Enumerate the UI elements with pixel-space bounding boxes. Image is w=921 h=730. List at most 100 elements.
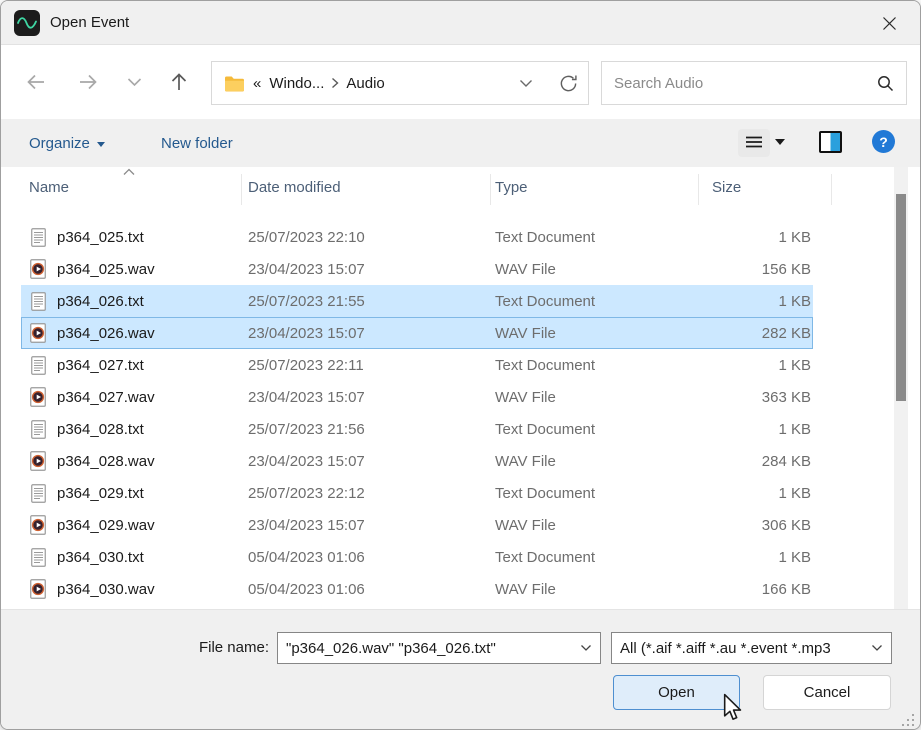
file-date: 25/07/2023 22:10 <box>248 229 495 246</box>
file-name: p364_029.wav <box>57 517 155 534</box>
file-name-chevron-icon[interactable] <box>580 644 592 652</box>
text-document-icon <box>29 227 47 248</box>
table-row[interactable]: p364_028.txt 25/07/2023 21:56 Text Docum… <box>21 413 813 445</box>
breadcrumb-item-current[interactable]: Audio <box>346 75 384 92</box>
file-name: p364_030.wav <box>57 581 155 598</box>
file-size: 156 KB <box>711 261 813 278</box>
text-document-icon <box>29 355 47 376</box>
file-type: Text Document <box>495 421 711 438</box>
file-type: WAV File <box>495 517 711 534</box>
breadcrumb-overflow[interactable]: « <box>253 75 261 92</box>
list-header: Name Date modified Type Size <box>1 167 894 213</box>
scrollbar-thumb[interactable] <box>896 194 906 401</box>
file-type: Text Document <box>495 485 711 502</box>
file-name: p364_027.wav <box>57 389 155 406</box>
resize-grip[interactable] <box>900 712 916 728</box>
wav-file-icon <box>29 387 47 408</box>
column-header-name[interactable]: Name <box>29 179 69 196</box>
file-name: p364_026.wav <box>57 325 155 342</box>
column-header-size[interactable]: Size <box>712 179 741 196</box>
text-document-icon <box>29 419 47 440</box>
column-divider[interactable] <box>698 174 699 205</box>
new-folder-button[interactable]: New folder <box>161 119 233 167</box>
table-row[interactable]: p364_029.wav 23/04/2023 15:07 WAV File 3… <box>21 509 813 541</box>
text-document-icon <box>29 547 47 568</box>
file-size: 363 KB <box>711 389 813 406</box>
file-date: 23/04/2023 15:07 <box>248 389 495 406</box>
file-date: 23/04/2023 15:07 <box>248 453 495 470</box>
search-input[interactable] <box>614 75 877 92</box>
table-row[interactable]: p364_027.wav 23/04/2023 15:07 WAV File 3… <box>21 381 813 413</box>
table-row[interactable]: p364_030.wav 05/04/2023 01:06 WAV File 1… <box>21 573 813 605</box>
file-type-combobox[interactable]: All (*.aif *.aiff *.au *.event *.mp3 <box>611 632 892 664</box>
file-size: 284 KB <box>711 453 813 470</box>
file-size: 1 KB <box>711 357 813 374</box>
table-row[interactable]: p364_028.wav 23/04/2023 15:07 WAV File 2… <box>21 445 813 477</box>
table-row[interactable]: p364_029.txt 25/07/2023 22:12 Text Docum… <box>21 477 813 509</box>
file-type: WAV File <box>495 389 711 406</box>
file-date: 25/07/2023 22:12 <box>248 485 495 502</box>
search-icon[interactable] <box>877 75 894 92</box>
file-name: p364_026.txt <box>57 293 144 310</box>
file-type: Text Document <box>495 549 711 566</box>
back-button[interactable] <box>21 67 51 97</box>
open-button-label: Open <box>658 684 695 701</box>
address-dropdown-chevron[interactable] <box>519 79 533 88</box>
column-divider[interactable] <box>831 174 832 205</box>
file-type: WAV File <box>495 325 711 342</box>
breadcrumb-chevron-icon[interactable] <box>331 77 339 89</box>
up-button[interactable] <box>164 67 194 97</box>
wav-file-icon <box>29 323 47 344</box>
file-type: Text Document <box>495 293 711 310</box>
forward-button[interactable] <box>73 67 103 97</box>
search-box[interactable] <box>601 61 907 105</box>
organize-button[interactable]: Organize <box>29 119 105 167</box>
open-event-dialog: Open Event « Wind <box>0 0 921 730</box>
file-name: p364_030.txt <box>57 549 144 566</box>
preview-pane-toggle[interactable] <box>819 131 842 153</box>
view-dropdown-caret-icon[interactable] <box>775 139 785 145</box>
help-icon: ? <box>879 134 888 150</box>
address-bar[interactable]: « Windo... Audio <box>211 61 589 105</box>
cancel-button-label: Cancel <box>804 684 851 701</box>
column-divider[interactable] <box>241 174 242 205</box>
recent-locations-chevron[interactable] <box>119 67 149 97</box>
file-date: 25/07/2023 21:55 <box>248 293 495 310</box>
file-date: 23/04/2023 15:07 <box>248 325 495 342</box>
wav-file-icon <box>29 259 47 280</box>
file-size: 1 KB <box>711 549 813 566</box>
dialog-footer: File name: All (*.aif *.aiff *.au *.even… <box>1 609 920 730</box>
table-row[interactable]: p364_030.txt 05/04/2023 01:06 Text Docum… <box>21 541 813 573</box>
file-name: p364_028.txt <box>57 421 144 438</box>
file-type: Text Document <box>495 357 711 374</box>
close-button[interactable] <box>866 1 912 45</box>
file-type: WAV File <box>495 261 711 278</box>
mouse-cursor <box>719 693 743 723</box>
breadcrumb-item-parent[interactable]: Windo... <box>269 75 324 92</box>
change-view-button[interactable] <box>738 129 770 157</box>
text-document-icon <box>29 483 47 504</box>
table-row[interactable]: p364_025.txt 25/07/2023 22:10 Text Docum… <box>21 221 813 253</box>
scrollbar-track[interactable] <box>894 167 908 609</box>
file-name-input[interactable] <box>286 640 576 657</box>
column-divider[interactable] <box>490 174 491 205</box>
navigation-bar: « Windo... Audio <box>1 45 920 119</box>
refresh-icon[interactable] <box>559 74 578 93</box>
list-view-icon <box>745 135 763 151</box>
file-size: 1 KB <box>711 421 813 438</box>
text-document-icon <box>29 291 47 312</box>
column-header-date-modified[interactable]: Date modified <box>248 179 341 196</box>
help-button[interactable]: ? <box>872 130 895 153</box>
folder-icon <box>224 75 245 92</box>
table-row[interactable]: p364_027.txt 25/07/2023 22:11 Text Docum… <box>21 349 813 381</box>
file-date: 05/04/2023 01:06 <box>248 549 495 566</box>
file-name-combobox[interactable] <box>277 632 601 664</box>
cancel-button[interactable]: Cancel <box>763 675 891 710</box>
table-row[interactable]: p364_026.txt 25/07/2023 21:55 Text Docum… <box>21 285 813 317</box>
file-list: p364_025.txt 25/07/2023 22:10 Text Docum… <box>1 213 894 609</box>
file-type-chevron-icon[interactable] <box>871 644 883 652</box>
table-row[interactable]: p364_026.wav 23/04/2023 15:07 WAV File 2… <box>21 317 813 349</box>
column-header-type[interactable]: Type <box>495 179 528 196</box>
file-size: 1 KB <box>711 293 813 310</box>
table-row[interactable]: p364_025.wav 23/04/2023 15:07 WAV File 1… <box>21 253 813 285</box>
